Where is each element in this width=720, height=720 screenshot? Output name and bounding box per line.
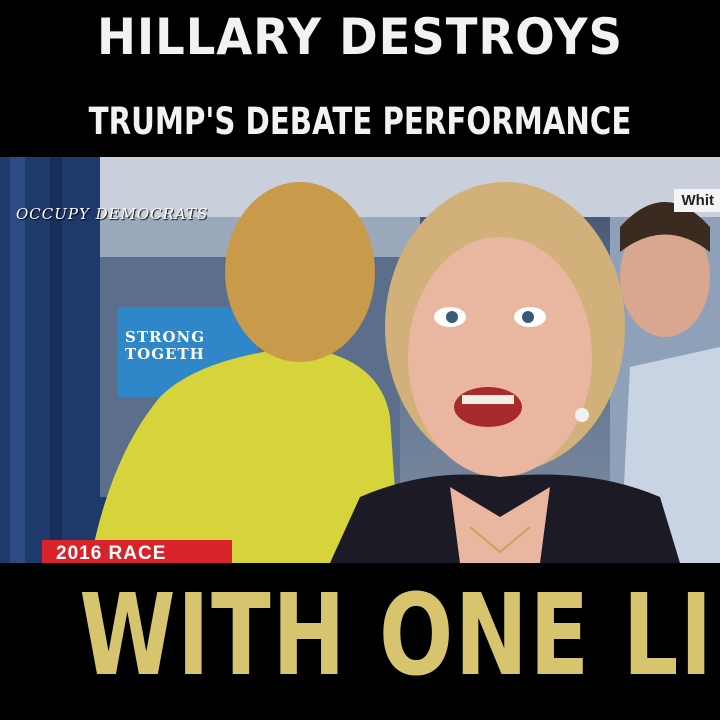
hair-back — [225, 182, 375, 362]
race-badge: 2016 RACE — [42, 540, 232, 563]
mouth — [454, 387, 522, 427]
headline-line-3: WITH ONE LINE — [79, 571, 720, 701]
watermark: OCCUPY DEMOCRATS — [16, 205, 209, 223]
corner-tag: Whit — [673, 189, 720, 212]
headline-line-1: HILLARY DESTROYS — [97, 8, 623, 66]
bottom-band: WITH ONE LINE — [0, 563, 720, 720]
news-photo: OCCUPY DEMOCRATS Whit STRONG TOGETHER 20… — [0, 157, 720, 563]
meme-image: HILLARY DESTROYS TRUMP'S DEBATE PERFORMA… — [0, 0, 720, 720]
headline-line-2: TRUMP'S DEBATE PERFORMANCE — [88, 100, 632, 143]
sign-text: STRONG TOGETHER — [125, 329, 203, 363]
face — [408, 237, 592, 477]
